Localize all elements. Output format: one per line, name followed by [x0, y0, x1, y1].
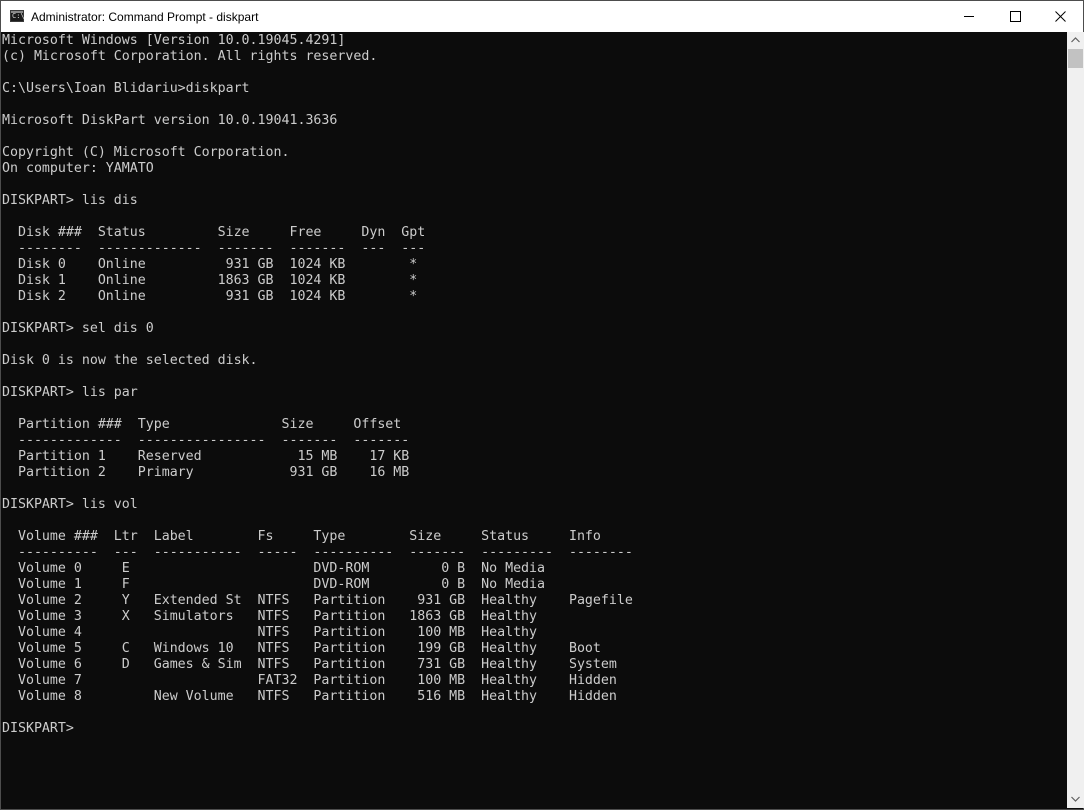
console-line: Microsoft Windows [Version 10.0.19045.42… — [2, 33, 346, 48]
scroll-up-button[interactable] — [1067, 32, 1084, 49]
console-line: Volume 3 X Simulators NTFS Partition 186… — [2, 609, 538, 624]
console-output[interactable]: Microsoft Windows [Version 10.0.19045.42… — [1, 32, 1067, 808]
console-line: Volume ### Ltr Label Fs Type Size Status… — [2, 529, 601, 544]
scrollbar-thumb[interactable] — [1068, 49, 1083, 68]
console-line: (c) Microsoft Corporation. All rights re… — [2, 49, 378, 64]
console-line: ------------- ---------------- ------- -… — [2, 433, 410, 448]
command-line: DISKPART> lis par — [2, 385, 138, 400]
command-line: DISKPART> sel dis 0 — [2, 321, 154, 336]
console-line: Microsoft DiskPart version 10.0.19041.36… — [2, 113, 338, 128]
minimize-button[interactable] — [946, 1, 992, 32]
console-line: Volume 1 F DVD-ROM 0 B No Media — [2, 577, 546, 592]
command-prompt-icon-glyph: C:\ — [12, 12, 25, 20]
console-line: Volume 2 Y Extended St NTFS Partition 93… — [2, 593, 633, 608]
console-line: -------- ------------- ------- ------- -… — [2, 241, 426, 256]
console-line: Disk 1 Online 1863 GB 1024 KB * — [2, 273, 418, 288]
command-prompt-icon[interactable]: C:\ — [10, 10, 25, 22]
close-icon — [1055, 11, 1066, 22]
command-line: DISKPART> — [2, 721, 82, 736]
scroll-up-arrow-icon — [1071, 37, 1080, 43]
console-line: Copyright (C) Microsoft Corporation. — [2, 145, 290, 160]
console-line: Volume 7 FAT32 Partition 100 MB Healthy … — [2, 673, 617, 688]
console-line: Disk 2 Online 931 GB 1024 KB * — [2, 289, 418, 304]
console-line: Volume 0 E DVD-ROM 0 B No Media — [2, 561, 546, 576]
maximize-button[interactable] — [992, 1, 1038, 32]
scroll-down-arrow-icon — [1071, 796, 1080, 802]
close-button[interactable] — [1037, 1, 1083, 32]
console-line: Disk ### Status Size Free Dyn Gpt — [2, 225, 426, 240]
scroll-down-button[interactable] — [1067, 791, 1084, 808]
minimize-icon — [964, 16, 974, 17]
console-line: Volume 8 New Volume NTFS Partition 516 M… — [2, 689, 617, 704]
maximize-icon — [1010, 11, 1021, 22]
command-prompt-window: C:\ Administrator: Command Prompt - disk… — [0, 0, 1084, 810]
console-line: C:\Users\Ioan Blidariu>diskpart — [2, 81, 250, 96]
console-line: Volume 6 D Games & Sim NTFS Partition 73… — [2, 657, 617, 672]
console-line: Disk 0 is now the selected disk. — [2, 353, 258, 368]
command-line: DISKPART> lis dis — [2, 193, 138, 208]
console-line: Volume 5 C Windows 10 NTFS Partition 199… — [2, 641, 601, 656]
window-title: Administrator: Command Prompt - diskpart — [31, 10, 259, 24]
console-line: Volume 4 NTFS Partition 100 MB Healthy — [2, 625, 538, 640]
console-line: On computer: YAMATO — [2, 161, 154, 176]
console-line: Disk 0 Online 931 GB 1024 KB * — [2, 257, 418, 272]
console-line: Partition ### Type Size Offset — [2, 417, 402, 432]
console-line: ---------- --- ----------- ----- -------… — [2, 545, 633, 560]
command-line: DISKPART> lis vol — [2, 497, 138, 512]
console-line: Partition 2 Primary 931 GB 16 MB — [2, 465, 410, 480]
vertical-scrollbar[interactable] — [1067, 32, 1084, 808]
console-line: Partition 1 Reserved 15 MB 17 KB — [2, 449, 410, 464]
title-bar[interactable]: C:\ Administrator: Command Prompt - disk… — [1, 1, 1083, 32]
